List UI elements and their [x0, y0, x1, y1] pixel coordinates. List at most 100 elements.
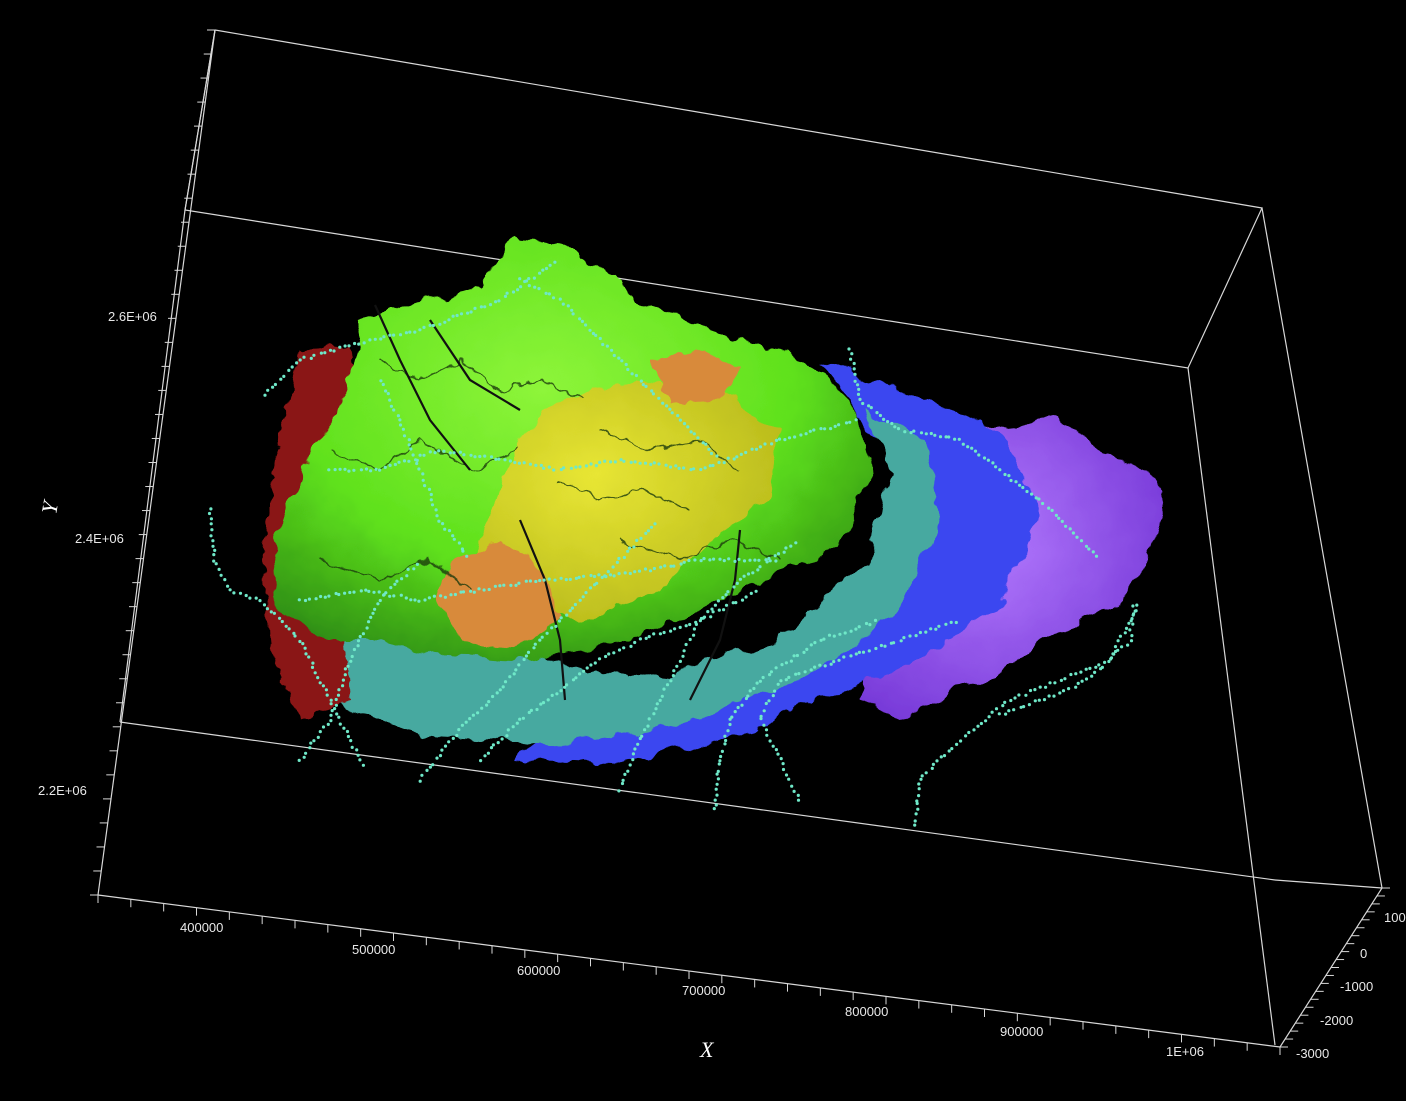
- well-dot: [610, 348, 614, 352]
- well-dot: [435, 756, 439, 760]
- well-dot: [461, 549, 465, 553]
- well-dot: [628, 763, 632, 767]
- well-dot: [780, 663, 784, 667]
- well-dot: [538, 578, 542, 583]
- well-dot: [608, 573, 613, 577]
- well-dot: [338, 467, 342, 471]
- well-dot: [418, 453, 422, 457]
- well-dot: [784, 678, 788, 682]
- well-dot: [508, 459, 512, 463]
- well-dot: [613, 460, 617, 464]
- well-dot: [404, 596, 408, 600]
- well-dot: [388, 398, 392, 402]
- well-dot: [540, 635, 544, 639]
- well-dot: [653, 522, 657, 526]
- well-dot: [588, 586, 593, 590]
- well-dot: [589, 663, 593, 667]
- well-dot: [632, 545, 636, 549]
- well-dot: [473, 455, 477, 459]
- well-dot: [548, 263, 552, 267]
- well-dot: [1084, 544, 1089, 548]
- well-dot: [487, 587, 491, 592]
- well-dot: [657, 462, 661, 466]
- well-dot: [710, 607, 714, 611]
- well-dot: [977, 453, 981, 457]
- well-dot: [733, 559, 737, 564]
- well-dot: [823, 427, 827, 431]
- well-dot: [1047, 506, 1051, 510]
- well-dot: [514, 668, 518, 672]
- well-dot: [349, 739, 353, 743]
- well-dot: [609, 460, 613, 464]
- well-dot: [578, 598, 582, 602]
- well-dot: [580, 319, 585, 323]
- well-dot: [799, 433, 803, 437]
- well-dot: [334, 703, 338, 707]
- well-dot: [678, 659, 683, 664]
- well-dot: [727, 557, 731, 561]
- well-dot: [428, 765, 432, 769]
- well-dot: [487, 700, 491, 704]
- well-dot: [769, 670, 774, 674]
- 3d-geology-viewport[interactable]: 400000 500000 600000 700000 800000 90000…: [0, 0, 1406, 1101]
- well-dot: [279, 377, 283, 381]
- well-dot: [488, 303, 493, 307]
- well-dot: [528, 579, 533, 583]
- well-dot: [409, 598, 413, 602]
- well-dot: [568, 609, 572, 613]
- x-axis: 400000 500000 600000 700000 800000 90000…: [180, 920, 1204, 1062]
- well-dot: [893, 425, 897, 429]
- well-dot: [347, 469, 351, 473]
- well-dot: [418, 328, 422, 332]
- well-dot: [724, 738, 728, 743]
- well-dot: [505, 734, 509, 738]
- well-dot: [665, 404, 669, 408]
- well-dot: [770, 442, 774, 446]
- well-dot: [494, 457, 498, 461]
- well-dot: [438, 754, 443, 758]
- well-dot: [726, 729, 730, 733]
- well-dot: [350, 745, 354, 750]
- well-dot: [833, 424, 837, 428]
- well-dot: [748, 689, 752, 693]
- well-dot: [537, 287, 541, 291]
- well-dot: [505, 291, 509, 295]
- well-dot: [746, 572, 751, 576]
- well-dot: [569, 466, 574, 470]
- well-dot: [398, 418, 402, 422]
- well-dot: [582, 574, 586, 578]
- well-dot: [917, 782, 921, 786]
- well-dot: [318, 730, 322, 734]
- well-dot: [355, 748, 359, 752]
- well-dot: [675, 664, 679, 668]
- well-dot: [333, 468, 337, 472]
- well-dot: [764, 701, 768, 706]
- well-dot: [407, 459, 411, 463]
- well-dot: [1071, 531, 1075, 535]
- well-dot: [717, 608, 721, 612]
- well-dot: [644, 384, 648, 388]
- well-dot: [1128, 628, 1132, 632]
- well-dot: [497, 299, 501, 303]
- well-dot: [542, 578, 546, 582]
- well-dot: [398, 423, 403, 427]
- well-dot: [837, 423, 841, 427]
- well-dot: [664, 463, 668, 467]
- well-dot: [539, 702, 543, 706]
- well-dot: [673, 627, 677, 631]
- well-dot: [226, 584, 230, 588]
- well-dot: [265, 607, 269, 611]
- well-dot: [787, 675, 791, 680]
- well-dot: [415, 562, 419, 567]
- well-dot: [521, 716, 526, 720]
- well-dot: [929, 627, 933, 631]
- well-dot: [718, 759, 722, 763]
- well-dot: [386, 392, 390, 396]
- well-dot: [588, 328, 592, 332]
- well-dot: [652, 566, 657, 571]
- well-dot: [746, 694, 750, 698]
- well-dot: [462, 453, 466, 457]
- well-dot: [789, 659, 794, 663]
- well-dot: [574, 465, 578, 469]
- well-dot: [669, 564, 673, 568]
